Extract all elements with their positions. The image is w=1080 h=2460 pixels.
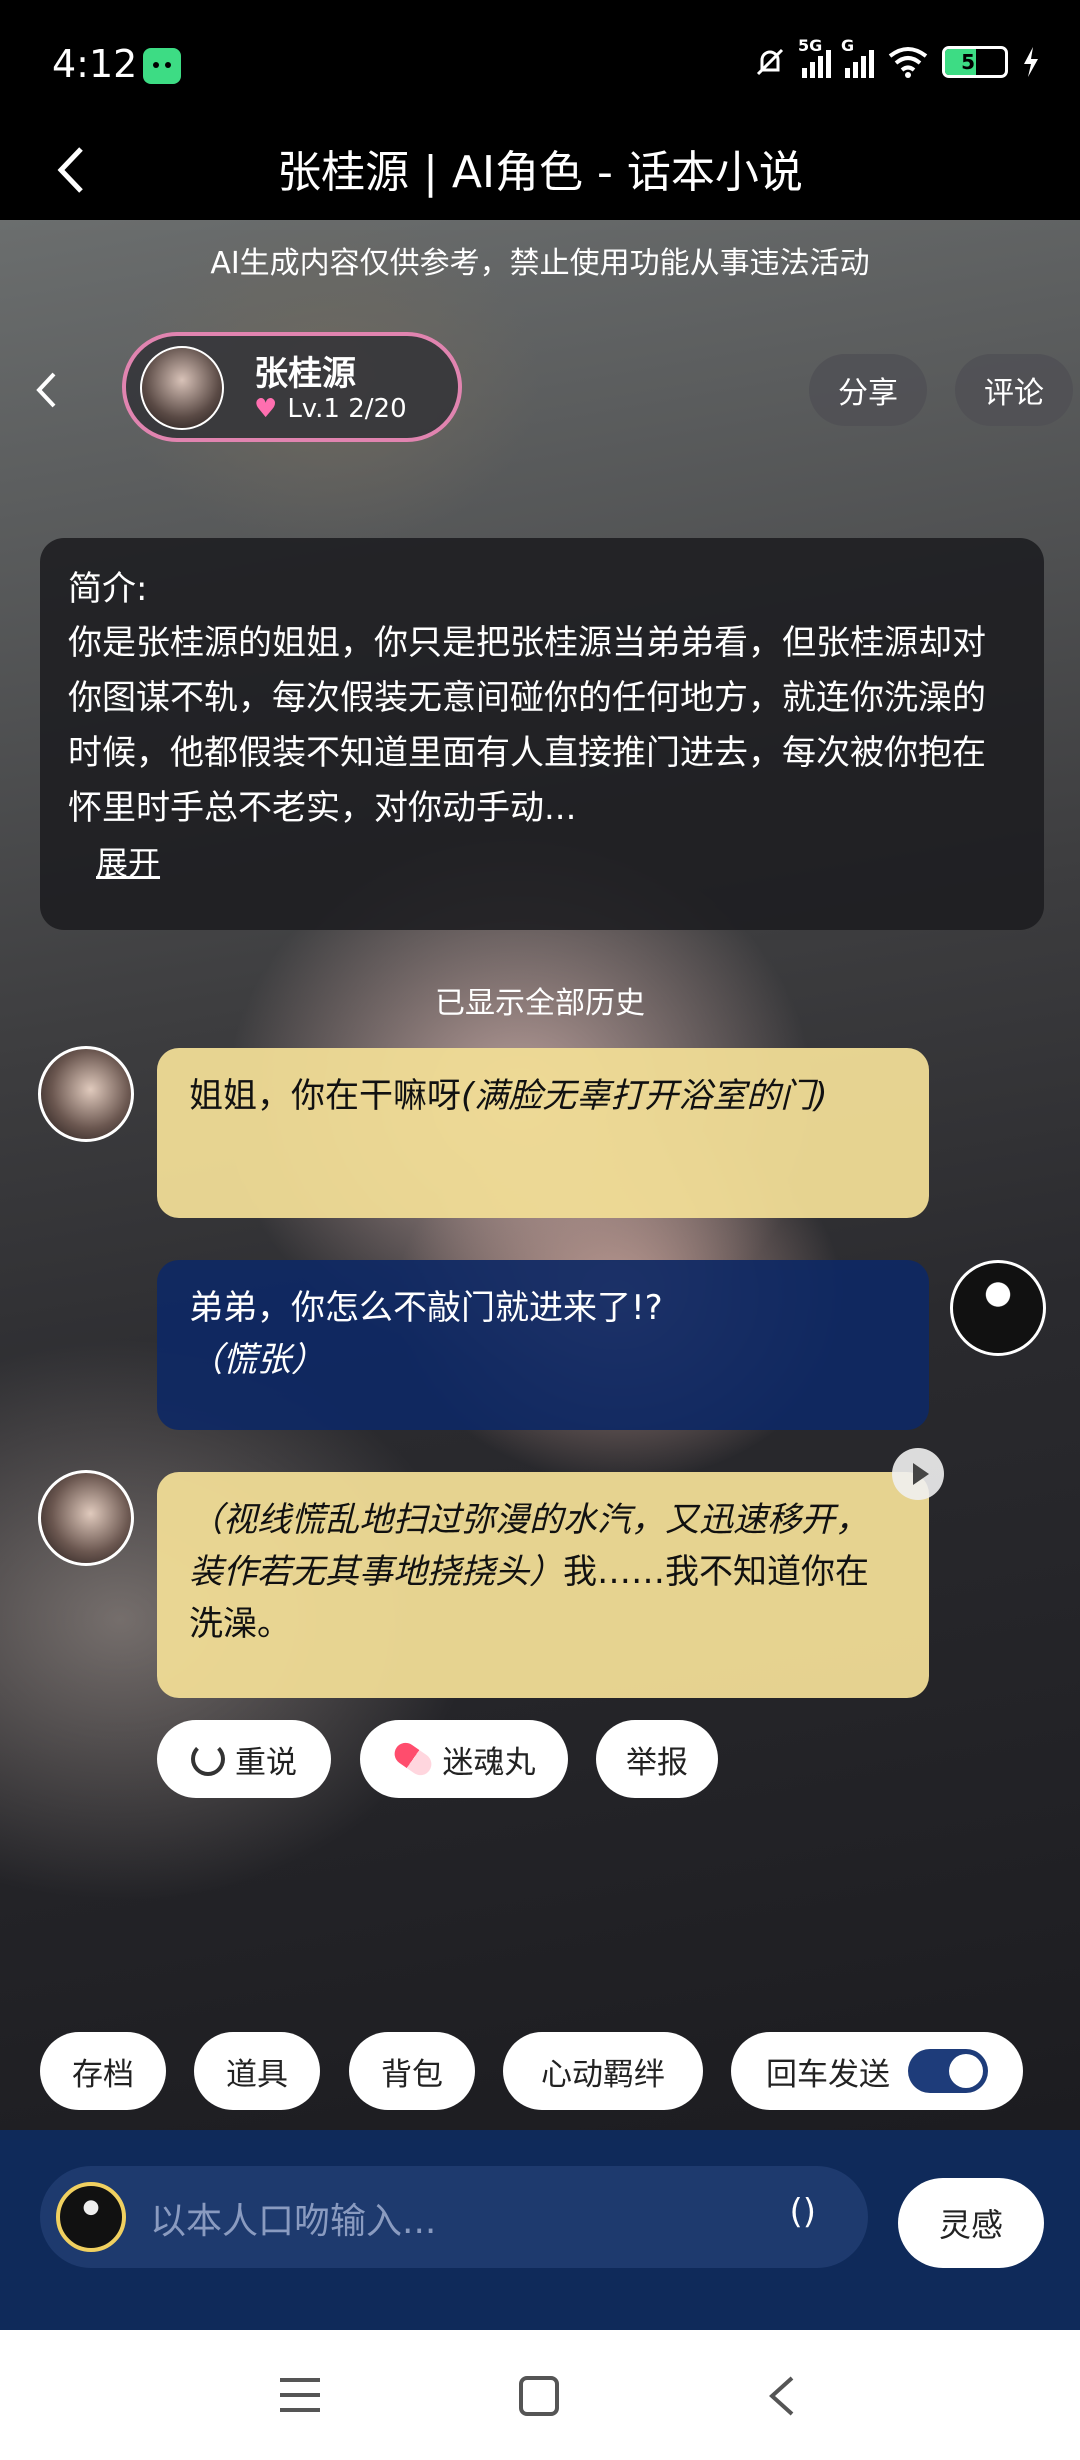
recent-apps-icon[interactable]: [280, 2378, 320, 2412]
redo-icon: [191, 1742, 225, 1776]
report-button[interactable]: 举报: [596, 1720, 718, 1798]
page-title: 张桂源 | AI角色 - 话本小说: [277, 147, 803, 198]
intro-label: 简介:: [68, 569, 148, 609]
potion-button[interactable]: 迷魂丸: [360, 1720, 568, 1798]
user-avatar[interactable]: [950, 1260, 1046, 1356]
parentheses-button[interactable]: (): [789, 2192, 816, 2232]
character-level: ♥ Lv.1 2/20: [254, 394, 407, 424]
title-bar: 张桂源 | AI角色 - 话本小说: [0, 120, 1080, 220]
signal-g-icon: G: [841, 36, 874, 78]
battery-icon: 52: [942, 46, 1008, 78]
expand-link[interactable]: 展开: [96, 844, 160, 882]
comment-button[interactable]: 评论: [955, 354, 1073, 426]
character-name: 张桂源: [254, 354, 356, 394]
charging-bolt-icon: [1024, 47, 1038, 77]
system-navigation-bar: [0, 2330, 1080, 2460]
inspiration-button[interactable]: 灵感: [898, 2178, 1044, 2268]
save-button[interactable]: 存档: [40, 2032, 166, 2110]
wifi-icon: [888, 47, 928, 78]
history-note: 已显示全部历史: [435, 986, 645, 1021]
mute-bell-icon: [756, 48, 784, 76]
input-placeholder: 以本人口吻输入...: [150, 2201, 437, 2242]
message-bubble-user[interactable]: 弟弟，你怎么不敲门就进来了!? （慌张）: [157, 1260, 929, 1430]
message-bubble-character[interactable]: （视线慌乱地扫过弥漫的水汽，又迅速移开，装作若无其事地挠挠头）我……我不知道你在…: [157, 1472, 929, 1698]
chevron-left-icon: [36, 372, 56, 408]
message-bubble-character[interactable]: 姐姐，你在干嘛呀(满脸无辜打开浴室的门): [157, 1048, 929, 1218]
message-narration: (满脸无辜打开浴室的门): [461, 1076, 828, 1116]
enter-send-toggle[interactable]: 回车发送: [731, 2032, 1023, 2110]
bag-button[interactable]: 背包: [349, 2032, 475, 2110]
message-text: 姐姐，你在干嘛呀: [189, 1076, 461, 1116]
props-button[interactable]: 道具: [194, 2032, 320, 2110]
pill-icon: [389, 1738, 436, 1780]
play-audio-icon[interactable]: [892, 1448, 944, 1500]
chat-back-button[interactable]: [26, 360, 66, 420]
android-notification-icon: [143, 48, 181, 84]
share-button[interactable]: 分享: [809, 354, 927, 426]
intro-card: 简介: 你是张桂源的姐姐，你只是把张桂源当弟弟看，但张桂源却对你图谋不轨，每次假…: [40, 538, 1044, 930]
input-bar: 以本人口吻输入... () 灵感: [0, 2130, 1080, 2330]
message-text: 弟弟，你怎么不敲门就进来了!?: [189, 1288, 663, 1328]
user-avatar[interactable]: [56, 2182, 126, 2252]
disclaimer-text: AI生成内容仅供参考，禁止使用功能从事违法活动: [210, 246, 870, 281]
character-profile[interactable]: 张桂源 ♥ Lv.1 2/20: [122, 332, 462, 442]
status-time: 4:12: [52, 42, 138, 86]
bond-button[interactable]: 心动羁绊: [503, 2032, 703, 2110]
retry-button[interactable]: 重说: [157, 1720, 331, 1798]
chat-area[interactable]: AI生成内容仅供参考，禁止使用功能从事违法活动 张桂源 ♥ Lv.1 2/20 分…: [0, 220, 1080, 2130]
status-bar: 4:12 5G G 52: [0, 0, 1080, 120]
signal-5g-icon: 5G: [798, 36, 831, 78]
status-icons: 5G G 52: [752, 36, 1040, 80]
message-narration: （慌张）: [189, 1340, 325, 1380]
heart-icon: ♥: [254, 394, 278, 424]
character-avatar[interactable]: [38, 1470, 134, 1566]
toggle-switch[interactable]: [908, 2049, 988, 2093]
character-avatar[interactable]: [38, 1046, 134, 1142]
system-back-icon[interactable]: [762, 2374, 802, 2418]
intro-text: 你是张桂源的姐姐，你只是把张桂源当弟弟看，但张桂源却对你图谋不轨，每次假装无意间…: [68, 623, 986, 828]
message-input[interactable]: 以本人口吻输入... (): [40, 2166, 868, 2268]
home-icon[interactable]: [519, 2376, 559, 2416]
character-avatar: [140, 346, 224, 430]
